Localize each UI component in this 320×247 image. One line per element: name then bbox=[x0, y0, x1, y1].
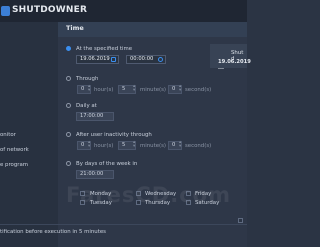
left-label-monitor: onitor bbox=[0, 132, 16, 138]
through-seconds-spinner-icon[interactable]: ▴ ▾ bbox=[179, 84, 181, 93]
inactivity-minutes-spinner-icon[interactable]: ▴ ▾ bbox=[133, 140, 135, 149]
daily-label: Daily at bbox=[76, 103, 97, 109]
radio-weekdays[interactable] bbox=[66, 161, 71, 166]
radio-through[interactable] bbox=[66, 76, 71, 81]
inactivity-hours-spinner-icon[interactable]: ▴ ▾ bbox=[88, 140, 90, 149]
bottom-divider bbox=[0, 224, 247, 225]
calendar-icon[interactable] bbox=[111, 57, 116, 62]
shutdown-date: 19.06.2019 ... bbox=[218, 59, 251, 71]
through-hours-unit: hour(s) bbox=[94, 87, 114, 93]
through-hours-spinner-icon[interactable]: ▴ ▾ bbox=[88, 84, 90, 93]
sunday-checkbox[interactable] bbox=[238, 218, 243, 223]
radio-inactivity[interactable] bbox=[66, 132, 71, 137]
time-header-label: Time bbox=[66, 24, 84, 32]
through-minutes-unit: minute(s) bbox=[140, 87, 167, 93]
daily-time-field[interactable]: 17:00:00 bbox=[76, 112, 114, 121]
time-header bbox=[58, 22, 247, 37]
weekdays-label: By days of the week in bbox=[76, 161, 138, 167]
left-label-network: of network bbox=[0, 147, 29, 153]
inactivity-minutes-unit: minute(s) bbox=[140, 143, 167, 149]
inactivity-hours-unit: hour(s) bbox=[94, 143, 114, 149]
app-logo-icon bbox=[1, 6, 10, 16]
through-minutes-spinner-icon[interactable]: ▴ ▾ bbox=[133, 84, 135, 93]
through-label: Through bbox=[76, 76, 99, 82]
inactivity-seconds-unit: second(s) bbox=[185, 143, 212, 149]
at-time-label: At the specified time bbox=[76, 46, 133, 52]
left-label-program: e program bbox=[0, 162, 29, 168]
app-title: SHUTDOWNER bbox=[12, 5, 88, 15]
radio-daily[interactable] bbox=[66, 103, 71, 108]
notification-label: tification before execution in 5 minutes bbox=[0, 229, 106, 235]
radio-at-time[interactable] bbox=[66, 46, 71, 51]
through-seconds-unit: second(s) bbox=[185, 87, 212, 93]
inactivity-label: After user inactivity through bbox=[76, 132, 152, 138]
watermark: FaresCD.com bbox=[66, 183, 231, 207]
weekdays-time-field[interactable]: 21:00:00 bbox=[76, 170, 114, 179]
clock-icon[interactable] bbox=[158, 57, 163, 62]
inactivity-seconds-spinner-icon[interactable]: ▴ ▾ bbox=[179, 140, 181, 149]
